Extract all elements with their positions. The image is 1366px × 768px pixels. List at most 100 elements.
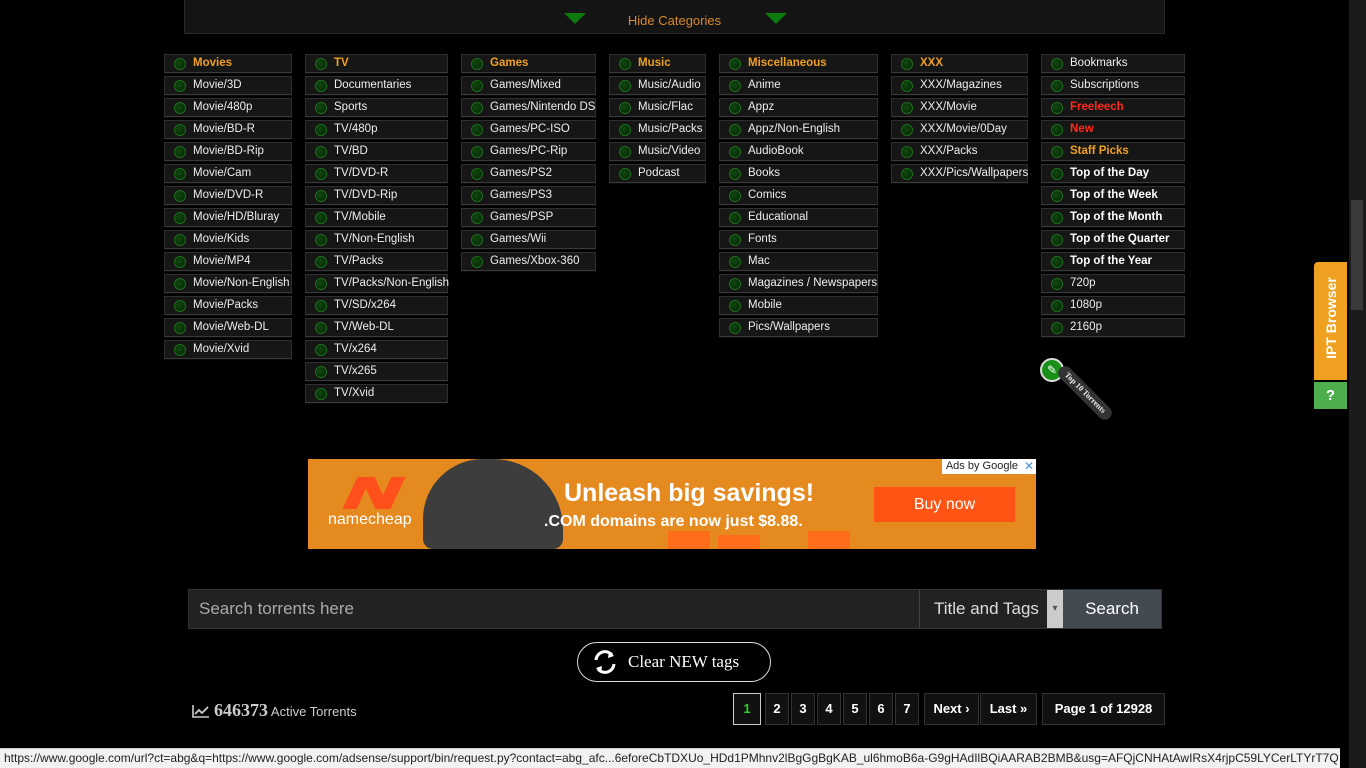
page-link[interactable]: 2	[765, 693, 789, 725]
category-toggle-icon[interactable]	[619, 168, 631, 180]
category-toggle-icon[interactable]	[174, 234, 186, 246]
advertisement-banner[interactable]: namecheap Unleash big savings! .COM doma…	[308, 459, 1036, 549]
category-item[interactable]: Anime	[719, 76, 878, 95]
category-item[interactable]: TV/Web-DL	[305, 318, 448, 337]
category-item[interactable]: 2160p	[1041, 318, 1185, 337]
category-item[interactable]: Movie/Packs	[164, 296, 292, 315]
category-toggle-icon[interactable]	[315, 234, 327, 246]
category-toggle-icon[interactable]	[315, 168, 327, 180]
category-toggle-icon[interactable]	[315, 190, 327, 202]
category-toggle-icon[interactable]	[619, 58, 631, 70]
category-item[interactable]: TV/Xvid	[305, 384, 448, 403]
category-toggle-icon[interactable]	[174, 124, 186, 136]
page-link[interactable]: 4	[817, 693, 841, 725]
category-toggle-icon[interactable]	[729, 300, 741, 312]
category-toggle-icon[interactable]	[901, 146, 913, 158]
category-toggle-icon[interactable]	[901, 102, 913, 114]
category-item[interactable]: Music/Flac	[609, 98, 706, 117]
category-toggle-icon[interactable]	[729, 234, 741, 246]
category-item[interactable]: Comics	[719, 186, 878, 205]
category-toggle-icon[interactable]	[729, 168, 741, 180]
category-item[interactable]: XXX/Movie/0Day	[891, 120, 1028, 139]
search-mode-select[interactable]: Title and Tags	[919, 590, 1049, 628]
category-item[interactable]: Miscellaneous	[719, 54, 878, 73]
category-toggle-icon[interactable]	[471, 234, 483, 246]
category-item[interactable]: Subscriptions	[1041, 76, 1185, 95]
category-item[interactable]: Movie/MP4	[164, 252, 292, 271]
category-item[interactable]: Movie/Kids	[164, 230, 292, 249]
category-toggle-icon[interactable]	[1051, 256, 1063, 268]
category-item[interactable]: TV/DVD-Rip	[305, 186, 448, 205]
category-toggle-icon[interactable]	[315, 102, 327, 114]
category-item[interactable]: Movie/3D	[164, 76, 292, 95]
category-toggle-icon[interactable]	[901, 168, 913, 180]
scrollbar-thumb[interactable]	[1351, 200, 1363, 310]
category-item[interactable]: Games/Wii	[461, 230, 596, 249]
category-toggle-icon[interactable]	[471, 124, 483, 136]
category-item[interactable]: Books	[719, 164, 878, 183]
category-item[interactable]: Games/Xbox-360	[461, 252, 596, 271]
category-item[interactable]: Top of the Week	[1041, 186, 1185, 205]
category-item[interactable]: Games/PSP	[461, 208, 596, 227]
category-item[interactable]: Movie/BD-Rip	[164, 142, 292, 161]
category-toggle-icon[interactable]	[729, 256, 741, 268]
category-toggle-icon[interactable]	[315, 146, 327, 158]
category-item[interactable]: New	[1041, 120, 1185, 139]
category-toggle-icon[interactable]	[1051, 190, 1063, 202]
last-page-button[interactable]: Last »	[980, 693, 1037, 725]
category-toggle-icon[interactable]	[174, 344, 186, 356]
category-toggle-icon[interactable]	[315, 58, 327, 70]
category-toggle-icon[interactable]	[729, 80, 741, 92]
category-toggle-icon[interactable]	[471, 58, 483, 70]
category-toggle-icon[interactable]	[1051, 168, 1063, 180]
category-item[interactable]: Mac	[719, 252, 878, 271]
category-toggle-icon[interactable]	[1051, 102, 1063, 114]
search-button[interactable]: Search	[1063, 590, 1161, 628]
hide-categories-link[interactable]: Hide Categories	[185, 13, 1164, 28]
category-item[interactable]: Top of the Month	[1041, 208, 1185, 227]
category-item[interactable]: TV/Non-English	[305, 230, 448, 249]
category-toggle-icon[interactable]	[315, 80, 327, 92]
category-item[interactable]: Educational	[719, 208, 878, 227]
category-item[interactable]: Movies	[164, 54, 292, 73]
category-toggle-icon[interactable]	[901, 80, 913, 92]
category-item[interactable]: Top of the Day	[1041, 164, 1185, 183]
category-toggle-icon[interactable]	[901, 124, 913, 136]
ipt-browser-tab[interactable]: IPT Browser	[1314, 262, 1347, 380]
category-toggle-icon[interactable]	[174, 256, 186, 268]
category-item[interactable]: Music	[609, 54, 706, 73]
category-toggle-icon[interactable]	[174, 146, 186, 158]
category-toggle-icon[interactable]	[619, 124, 631, 136]
category-toggle-icon[interactable]	[729, 212, 741, 224]
category-item[interactable]: TV	[305, 54, 448, 73]
category-item[interactable]: TV/x265	[305, 362, 448, 381]
category-item[interactable]: Games/PC-Rip	[461, 142, 596, 161]
category-item[interactable]: Movie/Cam	[164, 164, 292, 183]
category-item[interactable]: TV/BD	[305, 142, 448, 161]
category-item[interactable]: TV/x264	[305, 340, 448, 359]
category-item[interactable]: Movie/480p	[164, 98, 292, 117]
category-toggle-icon[interactable]	[174, 212, 186, 224]
next-page-button[interactable]: Next ›	[924, 693, 979, 725]
category-item[interactable]: Games/Mixed	[461, 76, 596, 95]
category-toggle-icon[interactable]	[1051, 234, 1063, 246]
category-item[interactable]: Appz	[719, 98, 878, 117]
category-item[interactable]: Fonts	[719, 230, 878, 249]
category-item[interactable]: TV/DVD-R	[305, 164, 448, 183]
category-toggle-icon[interactable]	[619, 80, 631, 92]
category-item[interactable]: XXX	[891, 54, 1028, 73]
collapse-arrow-icon[interactable]	[765, 13, 787, 24]
category-item[interactable]: TV/Packs	[305, 252, 448, 271]
category-item[interactable]: Music/Packs	[609, 120, 706, 139]
category-item[interactable]: Sports	[305, 98, 448, 117]
category-toggle-icon[interactable]	[1051, 124, 1063, 136]
category-toggle-icon[interactable]	[174, 58, 186, 70]
category-toggle-icon[interactable]	[315, 388, 327, 400]
category-toggle-icon[interactable]	[1051, 146, 1063, 158]
category-item[interactable]: Freeleech	[1041, 98, 1185, 117]
category-toggle-icon[interactable]	[174, 190, 186, 202]
category-item[interactable]: XXX/Movie	[891, 98, 1028, 117]
category-toggle-icon[interactable]	[471, 146, 483, 158]
category-item[interactable]: TV/Packs/Non-English	[305, 274, 449, 293]
category-toggle-icon[interactable]	[471, 168, 483, 180]
